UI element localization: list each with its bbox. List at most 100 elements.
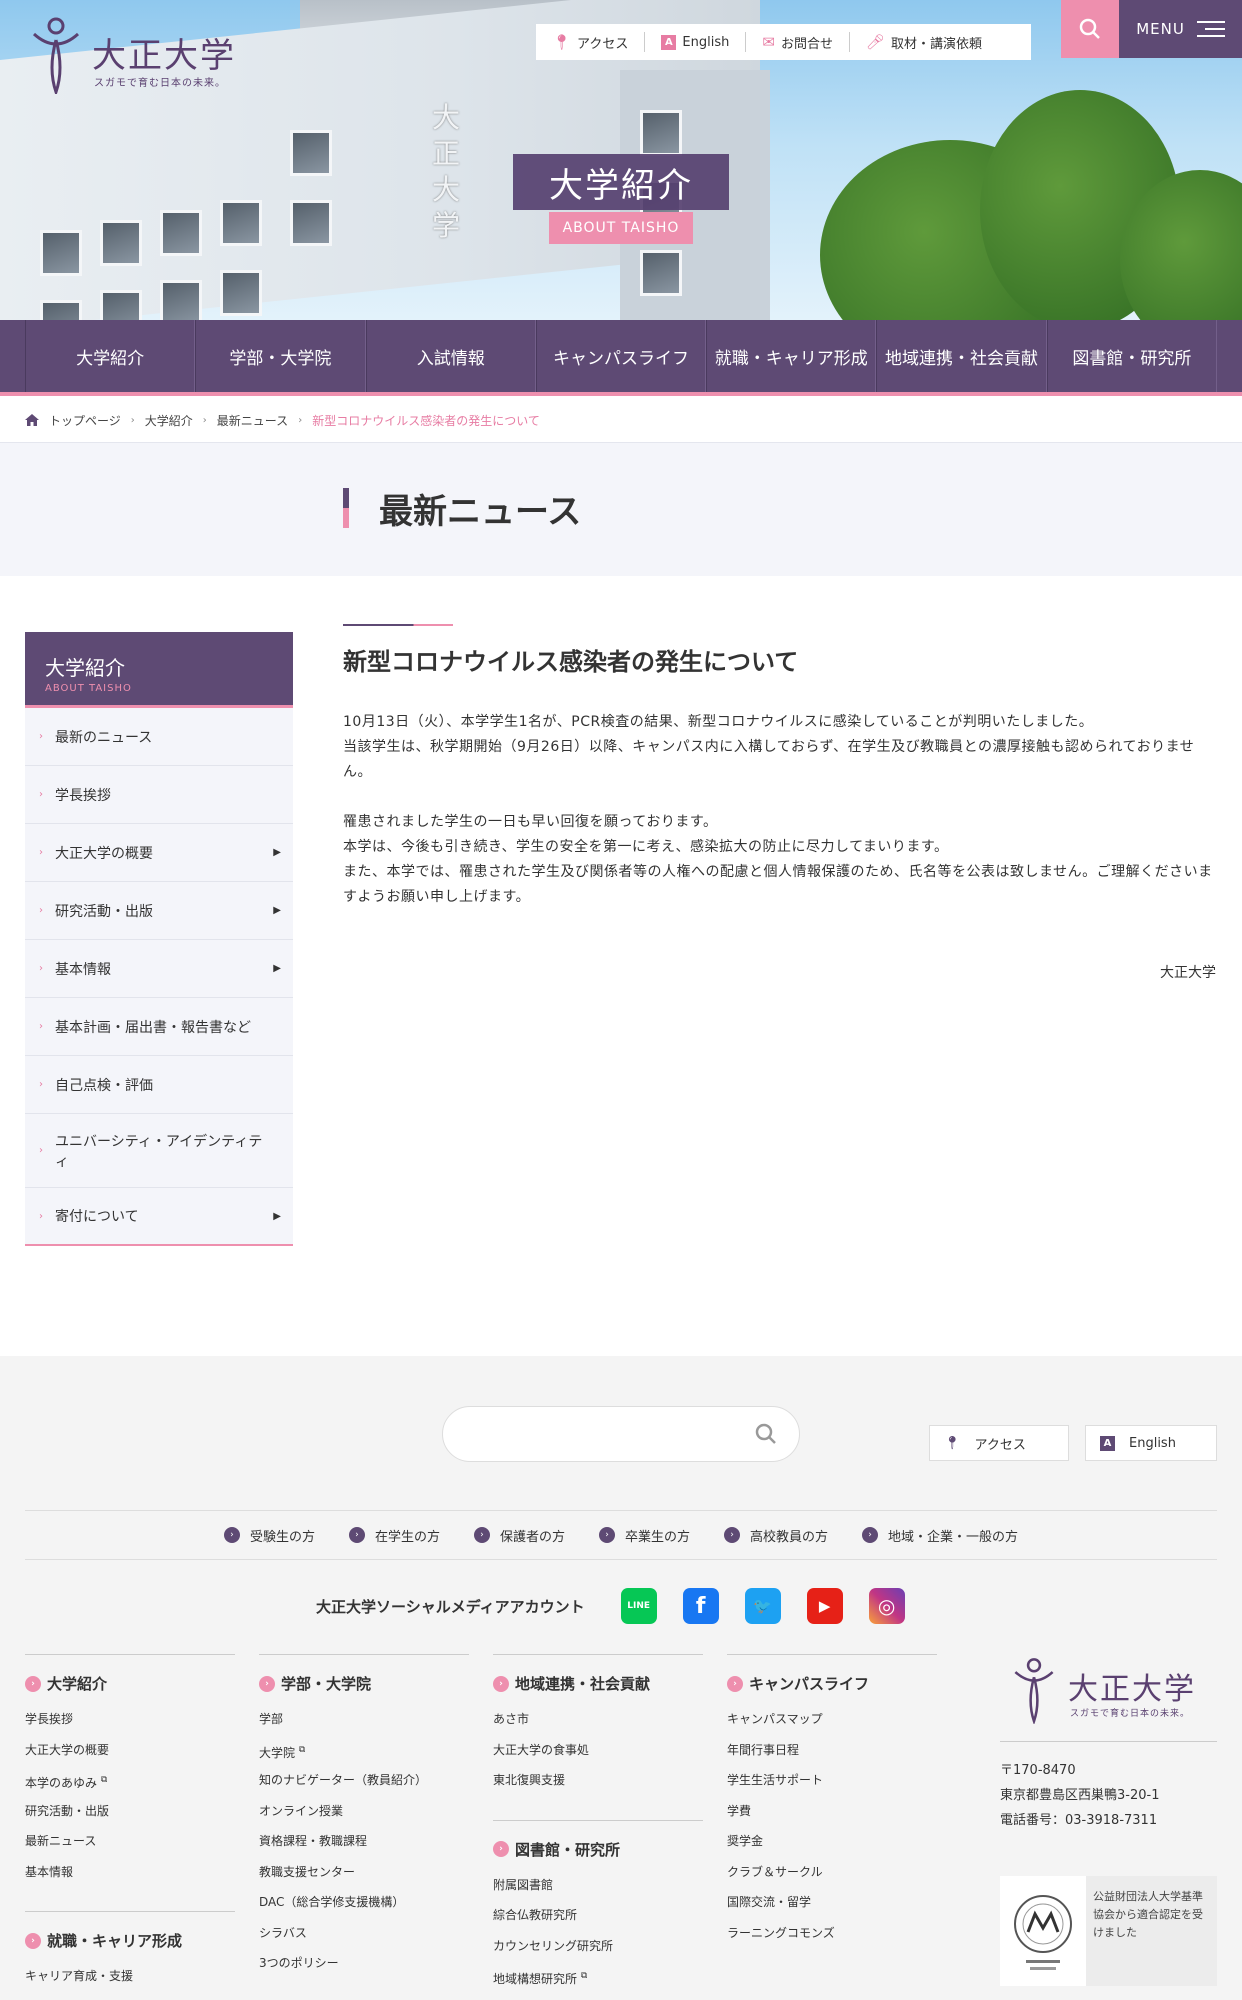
footer-link[interactable]: クラブ＆サークル: [727, 1857, 937, 1888]
footer-link[interactable]: 附属図書館: [493, 1870, 703, 1901]
footer-link[interactable]: 最新ニュース: [25, 1826, 235, 1857]
instagram-icon[interactable]: ◎: [868, 1588, 905, 1624]
footer-access-button[interactable]: 📍︎ アクセス: [929, 1425, 1069, 1461]
search-icon[interactable]: [755, 1423, 777, 1445]
footer-link[interactable]: 奨学金: [727, 1826, 937, 1857]
footer-column-heading[interactable]: › 図書館・研究所: [493, 1839, 703, 1860]
footer-search-input[interactable]: [442, 1406, 800, 1462]
chevron-right-icon: ›: [39, 1210, 43, 1222]
footer-column-heading[interactable]: › 就職・キャリア形成: [25, 1930, 235, 1951]
page-title-band: [0, 442, 1242, 576]
line-icon[interactable]: LINE: [620, 1588, 657, 1624]
sidebar-item-plans[interactable]: › 基本計画・届出書・報告書など: [25, 998, 293, 1056]
footer-link[interactable]: 学生生活サポート: [727, 1765, 937, 1796]
footer-link[interactable]: キャンパスマップ: [727, 1704, 937, 1735]
footer-link[interactable]: ラーニングコモンズ: [727, 1918, 937, 1949]
twitter-icon[interactable]: 🐦: [744, 1588, 781, 1624]
sidebar-item-overview[interactable]: › 大正大学の概要 ▶: [25, 824, 293, 882]
menu-button[interactable]: MENU: [1119, 0, 1242, 58]
footer-link[interactable]: 資格課程・教職課程: [259, 1826, 469, 1857]
audience-link-alumni[interactable]: › 卒業生の方: [599, 1526, 690, 1545]
breadcrumb-about[interactable]: 大学紹介: [145, 412, 193, 429]
footer-link[interactable]: 学長挨拶: [25, 1704, 235, 1735]
sidebar-header[interactable]: 大学紹介 ABOUT TAISHO: [25, 632, 293, 708]
footer-link[interactable]: カウンセリング研究所: [493, 1931, 703, 1962]
footer-link[interactable]: オンライン授業: [259, 1796, 469, 1827]
gnav-item-about[interactable]: 大学紹介: [25, 320, 196, 392]
audience-link-teachers[interactable]: › 高校教員の方: [724, 1526, 828, 1545]
footer-link[interactable]: 綜合仏教研究所: [493, 1900, 703, 1931]
gnav-item-library[interactable]: 図書館・研究所: [1046, 320, 1217, 392]
footer-heading-label: 就職・キャリア形成: [47, 1932, 183, 1950]
logo-mark-icon: [32, 17, 80, 94]
chevron-right-icon: ›: [202, 414, 207, 426]
header-search-button[interactable]: [1061, 0, 1119, 58]
footer-link[interactable]: あさ市: [493, 1704, 703, 1735]
footer-link[interactable]: 学部: [259, 1704, 469, 1735]
footer-column-heading[interactable]: › 大学紹介: [25, 1673, 235, 1694]
footer-column-heading[interactable]: › キャンパスライフ: [727, 1673, 937, 1694]
footer-column-heading[interactable]: › 学部・大学院: [259, 1673, 469, 1694]
utility-contact-link[interactable]: ✉︎ お問合せ: [746, 32, 850, 52]
gnav-item-faculties[interactable]: 学部・大学院: [195, 320, 366, 392]
footer-link[interactable]: 東北復興支援: [493, 1765, 703, 1796]
footer-link[interactable]: 知のナビゲーター（教員紹介）: [259, 1765, 469, 1796]
sidebar-item-news[interactable]: › 最新のニュース: [25, 708, 293, 766]
footer-link[interactable]: 大正大学の食事処: [493, 1735, 703, 1766]
gnav-item-community[interactable]: 地域連携・社会貢献: [876, 320, 1047, 392]
sidebar-item-label: 学長挨拶: [55, 787, 111, 804]
footer-link[interactable]: 学費: [727, 1796, 937, 1827]
footer-english-button[interactable]: A English: [1085, 1425, 1217, 1461]
external-link-icon: ⧉: [298, 1744, 306, 1755]
breadcrumb-news[interactable]: 最新ニュース: [217, 412, 288, 429]
footer-link[interactable]: 年間行事日程: [727, 1735, 937, 1766]
letter-a-icon: A: [1100, 1435, 1115, 1451]
chevron-right-icon: ›: [39, 1145, 43, 1156]
footer-link[interactable]: 3つのポリシー: [259, 1948, 469, 1979]
footer-link[interactable]: キャリア育成・支援: [25, 1961, 235, 1992]
audience-nav: › 受験生の方 › 在学生の方 › 保護者の方 › 卒業生の方 › 高校教員の方 › 地域・…: [25, 1510, 1217, 1560]
audience-link-applicants[interactable]: › 受験生の方: [223, 1526, 315, 1545]
facebook-icon[interactable]: f: [682, 1588, 719, 1624]
footer-link[interactable]: 地域構想研究所 ⧉: [493, 1961, 703, 1992]
breadcrumb: トップページ › 大学紹介 › 最新ニュース › 新型コロナウイルス感染者の発生…: [25, 410, 540, 430]
footer-heading-label: 図書館・研究所: [515, 1840, 621, 1859]
breadcrumb-current: 新型コロナウイルス感染者の発生について: [312, 413, 540, 428]
gnav-item-admissions[interactable]: 入試情報: [365, 320, 536, 392]
gnav-item-career[interactable]: 就職・キャリア形成: [706, 320, 877, 392]
sidebar-item-evaluation[interactable]: › 自己点検・評価: [25, 1056, 293, 1114]
footer-link[interactable]: 国際交流・留学: [727, 1887, 937, 1918]
footer-link[interactable]: 本学のあゆみ ⧉: [25, 1765, 235, 1796]
utility-english-link[interactable]: A English: [645, 32, 747, 52]
triangle-right-icon: ▶: [273, 963, 281, 974]
site-logo[interactable]: 大正大学 スガモで育む日本の未来。: [30, 14, 250, 94]
footer-link[interactable]: シラバス: [259, 1918, 469, 1949]
sidebar-item-president[interactable]: › 学長挨拶: [25, 766, 293, 824]
footer-subsection-library: › 図書館・研究所 附属図書館 綜合仏教研究所 カウンセリング研究所 地域構想研究…: [493, 1819, 703, 1992]
footer-link[interactable]: 大学院 ⧉: [259, 1735, 469, 1766]
postal-code: 〒170-8470: [1000, 1763, 1076, 1778]
footer-link[interactable]: 基本情報: [25, 1857, 235, 1888]
phone-number: 電話番号：03-3918-7311: [1000, 1813, 1158, 1828]
footer-link-label: 大学院: [259, 1745, 296, 1760]
audience-link-students[interactable]: › 在学生の方: [348, 1526, 440, 1545]
sidebar-item-research[interactable]: › 研究活動・出版 ▶: [25, 882, 293, 940]
sidebar-item-donation[interactable]: › 寄付について ▶: [25, 1188, 293, 1246]
breadcrumb-home[interactable]: トップページ: [49, 412, 121, 429]
youtube-icon[interactable]: ▶: [806, 1588, 843, 1624]
footer-link[interactable]: DAC（総合学修支援機構）: [259, 1887, 469, 1918]
footer-link[interactable]: 研究活動・出版: [25, 1796, 235, 1827]
utility-press-link[interactable]: 🎤︎ 取材・講演依頼: [850, 32, 998, 52]
sidebar-item-identity[interactable]: › ユニバーシティ・アイデンティティ: [25, 1114, 293, 1188]
footer-link[interactable]: 大正大学の概要: [25, 1735, 235, 1766]
footer-logo[interactable]: 大正大学 スガモで育む日本の未来。: [1000, 1654, 1217, 1742]
sidebar-item-basic-info[interactable]: › 基本情報 ▶: [25, 940, 293, 998]
window: [160, 280, 202, 320]
gnav-item-campus-life[interactable]: キャンパスライフ: [535, 320, 707, 392]
window: [100, 290, 142, 320]
footer-column-heading[interactable]: › 地域連携・社会貢献: [493, 1673, 703, 1694]
utility-access-link[interactable]: 📍︎ アクセス: [536, 32, 646, 52]
footer-link[interactable]: 教職支援センター: [259, 1857, 469, 1888]
audience-link-public[interactable]: › 地域・企業・一般の方: [862, 1526, 1018, 1545]
audience-link-parents[interactable]: › 保護者の方: [473, 1526, 565, 1545]
